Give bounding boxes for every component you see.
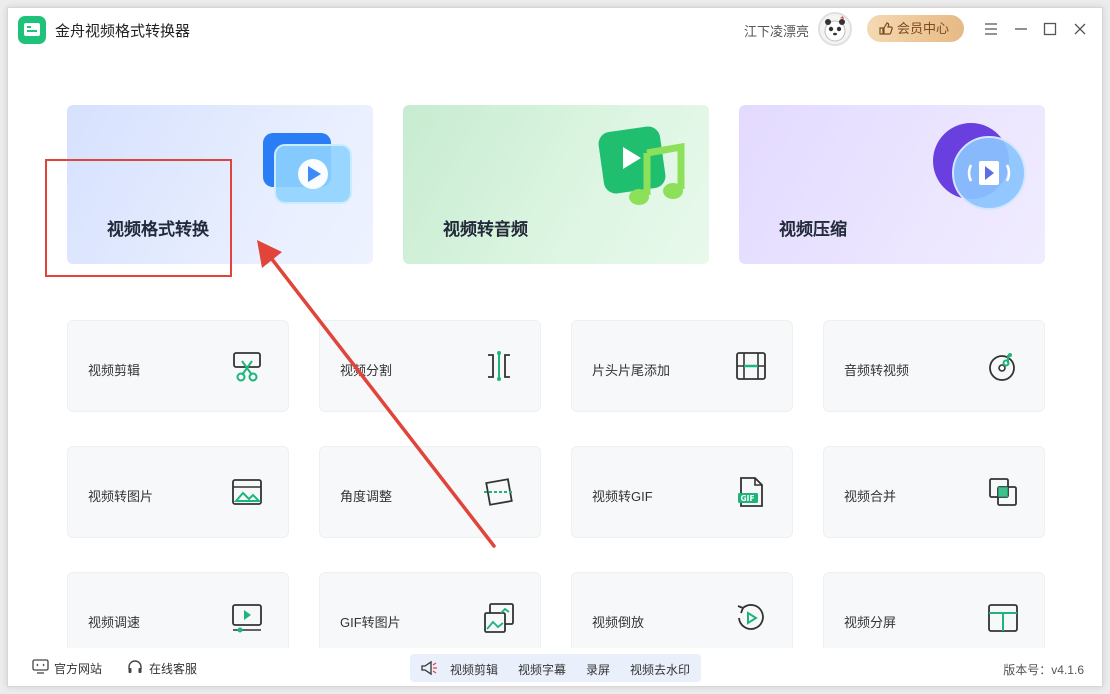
reverse-play-icon — [737, 604, 764, 630]
username[interactable]: 江下凌漂亮 — [744, 21, 809, 40]
speed-screen-icon — [232, 604, 262, 633]
monitor-icon — [32, 659, 49, 674]
crown-thumb-icon — [879, 22, 893, 35]
minimize-icon — [1015, 28, 1027, 30]
gif-file-icon: GIF — [738, 477, 763, 507]
app-logo — [18, 16, 46, 44]
promo-bar: 视频剪辑 视频字幕 录屏 视频去水印 — [410, 654, 701, 682]
tool-video-to-image[interactable]: 视频转图片 — [67, 446, 289, 538]
tool-label: 视频分屏 — [844, 615, 897, 630]
tool-video-to-gif[interactable]: 视频转GIF GIF — [571, 446, 793, 538]
tool-label: 视频分割 — [340, 363, 393, 378]
promo-video-subtitle[interactable]: 视频字幕 — [518, 661, 566, 678]
tool-label: 视频转GIF — [592, 489, 653, 504]
headset-icon — [128, 660, 142, 673]
video-play-3d-icon — [263, 133, 352, 204]
card-video-compress[interactable]: 视频压缩 — [739, 105, 1045, 264]
official-website-label: 官方网站 — [54, 662, 103, 676]
close-button[interactable] — [1069, 18, 1091, 40]
scissors-icon — [233, 352, 261, 382]
music-disc-icon — [989, 353, 1015, 381]
card-label: 视频格式转换 — [107, 220, 209, 239]
image-icon — [232, 479, 262, 505]
minimize-button[interactable] — [1010, 18, 1032, 40]
avatar[interactable] — [818, 12, 852, 46]
version-label: 版本号：v4.1.6 — [1003, 663, 1084, 677]
online-support-label: 在线客服 — [149, 662, 198, 676]
card-label: 视频转音频 — [443, 220, 528, 239]
tool-audio-to-video[interactable]: 音频转视频 — [823, 320, 1045, 412]
megaphone-icon — [421, 660, 437, 676]
tool-video-split[interactable]: 视频分割 — [319, 320, 541, 412]
split-screen-icon — [988, 604, 1018, 632]
card-video-format-convert[interactable]: 视频格式转换 — [67, 105, 373, 264]
tool-label: GIF转图片 — [340, 615, 401, 630]
close-icon — [1074, 23, 1086, 35]
tool-video-edit[interactable]: 视频剪辑 — [67, 320, 289, 412]
tool-label: 视频合并 — [844, 489, 897, 504]
menu-button[interactable] — [980, 18, 1002, 40]
tool-angle-adjust[interactable]: 角度调整 — [319, 446, 541, 538]
rotate-frame-icon — [484, 478, 514, 506]
maximize-icon — [1043, 22, 1057, 36]
svg-text:GIF: GIF — [741, 494, 755, 503]
menu-icon — [985, 23, 997, 35]
card-video-to-audio[interactable]: 视频转音频 — [403, 105, 709, 264]
tool-label: 视频倒放 — [592, 615, 645, 630]
gif-image-icon — [484, 603, 514, 633]
tool-label: 音频转视频 — [844, 363, 910, 378]
split-icon — [488, 351, 510, 381]
maximize-button[interactable] — [1039, 18, 1061, 40]
promo-screen-record[interactable]: 录屏 — [586, 661, 610, 678]
promo-remove-watermark[interactable]: 视频去水印 — [630, 661, 690, 678]
tool-intro-outro[interactable]: 片头片尾添加 — [571, 320, 793, 412]
film-icon — [736, 352, 766, 380]
music-note-3d-icon — [598, 126, 685, 205]
footer-bar: 官方网站 在线客服 视频剪辑 视频字幕 录屏 视频去水印 版本号：v4.1.6 — [8, 648, 1102, 686]
promo-video-edit[interactable]: 视频剪辑 — [450, 661, 498, 678]
card-label: 视频压缩 — [779, 220, 847, 239]
vip-center-button[interactable]: 会员中心 — [867, 15, 964, 42]
compress-3d-icon — [933, 123, 1026, 210]
official-website-link[interactable]: 官方网站 — [32, 659, 103, 677]
vip-label: 会员中心 — [897, 21, 950, 36]
tool-label: 视频剪辑 — [88, 363, 141, 378]
tool-label: 角度调整 — [340, 489, 393, 504]
merge-icon — [989, 478, 1017, 506]
tool-label: 片头片尾添加 — [592, 363, 671, 378]
title-bar: 金舟视频格式转换器 江下凌漂亮 会员中心 — [8, 8, 1102, 52]
app-title: 金舟视频格式转换器 — [55, 23, 191, 40]
tool-label: 视频调速 — [88, 615, 141, 630]
tool-label: 视频转图片 — [88, 489, 154, 504]
online-support-link[interactable]: 在线客服 — [128, 660, 198, 677]
tool-video-merge[interactable]: 视频合并 — [823, 446, 1045, 538]
app-window: 金舟视频格式转换器 江下凌漂亮 会员中心 视频格式转换 视频转音频 视频压缩 视… — [7, 7, 1103, 687]
